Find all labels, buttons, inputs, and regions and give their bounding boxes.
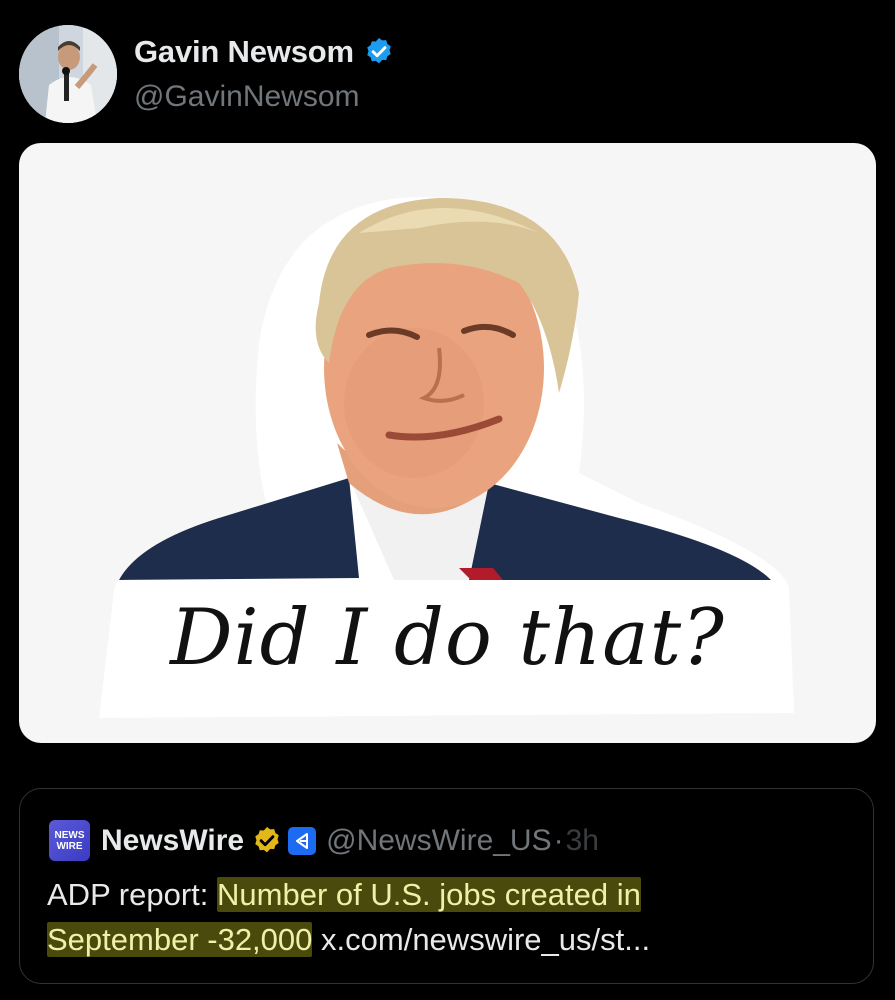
author-name-row: Gavin Newsom [134, 34, 395, 70]
gold-verified-badge-icon[interactable] [251, 825, 283, 857]
quoted-author-handle[interactable]: @NewsWire_US [326, 824, 551, 858]
avatar-photo-icon [19, 25, 117, 123]
author-name[interactable]: Gavin Newsom [134, 34, 354, 70]
newswire-logo-icon[interactable]: NEWS WIRE [49, 820, 90, 861]
header-separator: · [553, 823, 564, 857]
truncated-link[interactable]: x.com/newswire_us/st... [321, 922, 650, 957]
post-media-image[interactable]: Did I do that? [19, 143, 876, 743]
author-handle[interactable]: @GavinNewsom [134, 80, 360, 114]
quoted-post-time[interactable]: 3h [566, 824, 599, 858]
highlighted-text-1: Number of U.S. jobs created in [217, 877, 641, 912]
verified-badge-icon[interactable] [363, 36, 395, 68]
quoted-author-name[interactable]: NewsWire [101, 824, 244, 858]
highlighted-text-2: September -32,000 [47, 922, 313, 957]
quoted-post-text: ADP report: Number of U.S. jobs created … [47, 872, 847, 962]
affiliate-badge-icon[interactable] [288, 826, 317, 855]
text-plain: ADP report: [47, 877, 218, 912]
logo-text-wire: WIRE [56, 840, 83, 852]
meme-caption-text: Did I do that? [170, 593, 725, 683]
author-avatar[interactable] [19, 25, 117, 123]
logo-text-news: NEWS [54, 829, 85, 841]
quoted-post-header: NEWS WIRE NewsWire @NewsWire_US · 3h [49, 820, 599, 861]
quoted-post-card[interactable]: NEWS WIRE NewsWire @NewsWire_US · 3h ADP… [19, 788, 874, 984]
